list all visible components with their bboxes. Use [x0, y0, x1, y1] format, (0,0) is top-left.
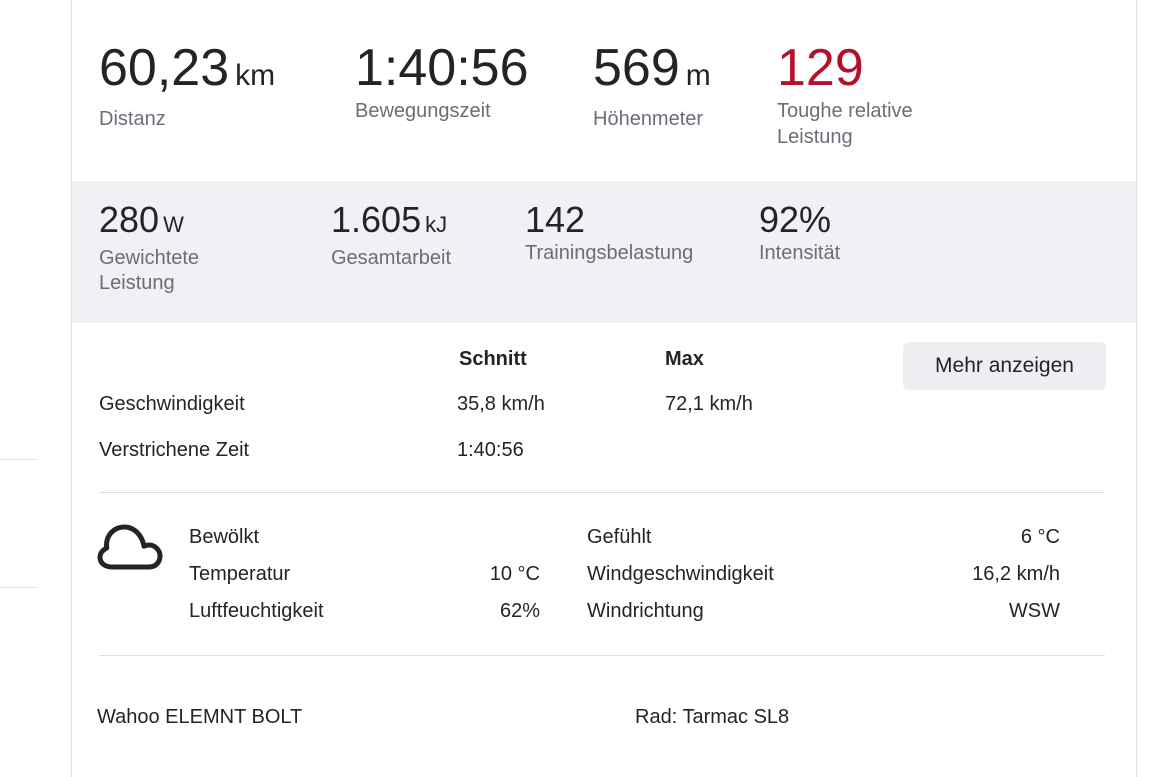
- secondary-stats: 280 W Gewichtete Leistung 1.605 kJ Gesamta…: [72, 181, 1136, 323]
- weighted-power-value: 280: [99, 199, 160, 240]
- stat-distance: 60,23 km Distanz: [99, 42, 275, 132]
- weather-humidity-value: 62%: [499, 600, 540, 622]
- moving-time-value: 1:40:56: [355, 39, 529, 97]
- stat-relative-effort[interactable]: 129 Toughe relative Leistung: [777, 42, 913, 150]
- weighted-power-label-line1: Gewichtete: [99, 247, 200, 269]
- elevation-unit: m: [685, 59, 711, 92]
- left-divider-1: [0, 459, 37, 460]
- device-name: Wahoo ELEMNT BOLT: [97, 706, 303, 728]
- stat-intensity[interactable]: 92% Intensität: [759, 201, 840, 266]
- weather-temperature-value: 10 °C: [489, 563, 540, 585]
- total-work-value: 1.605: [331, 199, 422, 240]
- header-avg: Schnitt: [459, 348, 527, 370]
- weather-feels-like-value: 6 °C: [1020, 526, 1060, 548]
- row-elapsed-avg: 1:40:56: [457, 439, 524, 461]
- elevation-label: Höhenmeter: [593, 108, 704, 130]
- weather-feels-like-label: Gefühlt: [587, 526, 652, 548]
- distance-value: 60,23: [99, 39, 230, 97]
- relative-effort-label-line2: Leistung: [777, 126, 853, 148]
- primary-stats: 60,23 km Distanz 1:40:56 Bewegungszeit 56…: [72, 0, 1136, 181]
- moving-time-label: Bewegungszeit: [355, 100, 491, 122]
- section-divider-1: [99, 492, 1105, 493]
- relative-effort-value: 129: [777, 39, 864, 97]
- weather-temperature-label: Temperatur: [189, 563, 291, 585]
- stat-moving-time: 1:40:56 Bewegungszeit: [355, 42, 529, 124]
- stat-elevation: 569 m Höhenmeter: [593, 42, 711, 132]
- weather-condition: Bewölkt: [189, 526, 260, 548]
- total-work-label: Gesamtarbeit: [331, 247, 452, 269]
- bike-name[interactable]: Rad: Tarmac SL8: [635, 705, 789, 729]
- distance-label: Distanz: [99, 108, 166, 130]
- relative-effort-label-line1: Toughe relative: [777, 100, 913, 122]
- weather-humidity-label: Luftfeuchtigkeit: [189, 600, 324, 622]
- intensity-value: 92%: [759, 199, 832, 240]
- stat-training-load[interactable]: 142 Trainingsbelastung: [525, 201, 693, 266]
- training-load-value: 142: [525, 199, 586, 240]
- row-speed-label: Geschwindigkeit: [99, 393, 245, 415]
- row-elapsed-label: Verstrichene Zeit: [99, 439, 250, 461]
- cloud-icon: [97, 524, 163, 570]
- distance-unit: km: [235, 59, 276, 92]
- total-work-unit: kJ: [425, 212, 448, 237]
- show-more-button[interactable]: Mehr anzeigen: [903, 342, 1106, 390]
- weighted-power-label-line2: Leistung: [99, 272, 175, 294]
- stat-total-work: 1.605 kJ Gesamtarbeit: [331, 201, 451, 271]
- elevation-value: 569: [593, 39, 680, 97]
- training-load-label: Trainingsbelastung: [525, 242, 694, 264]
- intensity-label: Intensität: [759, 242, 841, 264]
- weather-wind-direction-value: WSW: [1008, 600, 1060, 622]
- weather-wind-speed-value: 16,2 km/h: [972, 563, 1060, 585]
- row-speed-avg: 35,8 km/h: [457, 393, 545, 415]
- left-divider-2: [0, 587, 37, 588]
- section-divider-2: [99, 655, 1105, 656]
- row-speed-max: 72,1 km/h: [665, 393, 753, 415]
- stat-weighted-power: 280 W Gewichtete Leistung: [99, 201, 199, 296]
- header-max: Max: [665, 348, 704, 370]
- weighted-power-unit: W: [163, 212, 184, 237]
- weather-wind-direction-label: Windrichtung: [587, 600, 704, 622]
- weather-wind-speed-label: Windgeschwindigkeit: [587, 563, 774, 585]
- activity-stats-panel: 60,23 km Distanz 1:40:56 Bewegungszeit 56…: [71, 0, 1137, 777]
